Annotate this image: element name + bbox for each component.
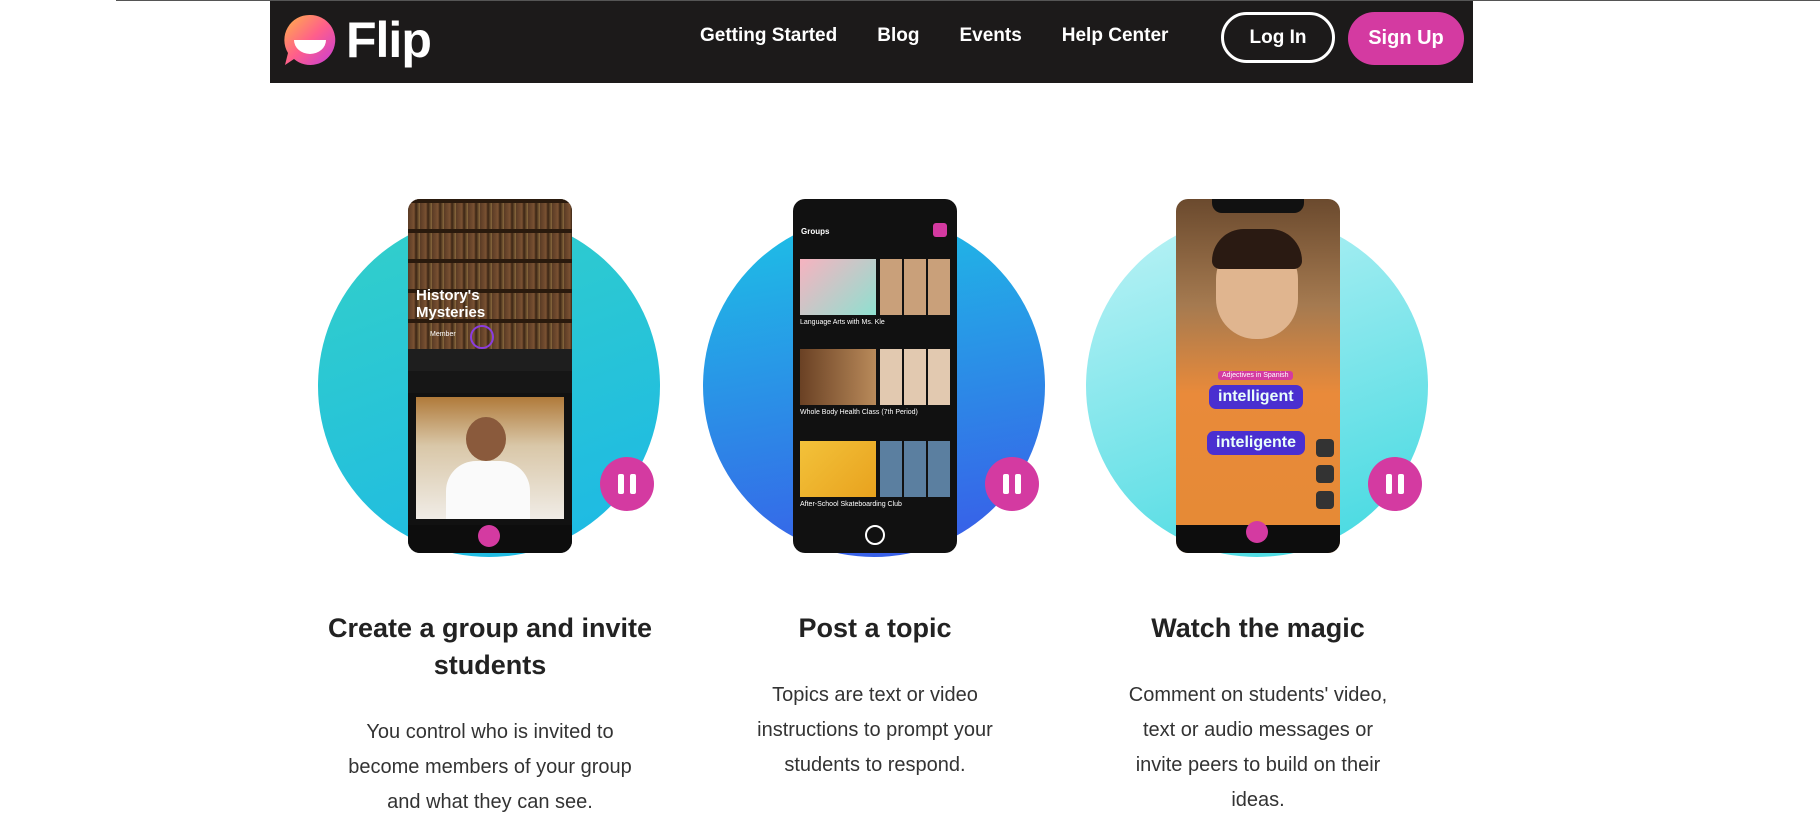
card-title: Post a topic (798, 613, 952, 643)
flip-logo-icon (282, 12, 338, 68)
pause-button[interactable] (985, 457, 1039, 511)
nav-help-center[interactable]: Help Center (1062, 25, 1169, 47)
pause-button[interactable] (1368, 457, 1422, 511)
flip-logo[interactable]: Flip (282, 11, 432, 69)
nav-getting-started[interactable]: Getting Started (700, 25, 837, 47)
add-icon[interactable] (933, 223, 947, 237)
group-name: Whole Body Health Class (7th Period) (800, 409, 918, 416)
card-description: Topics are text or video instructions to… (757, 684, 993, 776)
phone-mockup-groups: Groups Language Arts with Ms. Kle Whole … (793, 199, 957, 553)
card-description: Comment on students' video, text or audi… (1128, 684, 1388, 811)
card-title: Create a group and invite students (327, 613, 653, 680)
student-video-thumb (416, 397, 564, 519)
login-button[interactable]: Log In (1221, 12, 1335, 63)
add-icon[interactable] (478, 525, 500, 547)
nav-events[interactable]: Events (959, 25, 1021, 47)
signup-button[interactable]: Sign Up (1348, 12, 1464, 65)
more-icon[interactable] (1316, 491, 1334, 509)
group-thumb (800, 259, 876, 315)
group-name: Language Arts with Ms. Kle (800, 319, 885, 326)
comment-icon[interactable] (1316, 465, 1334, 483)
group-thumb (800, 441, 876, 497)
phone-mockup-video: Adjectives in Spanish intelligent inteli… (1176, 199, 1340, 553)
word-chip-english: intelligent (1209, 385, 1303, 409)
member-label: Member (430, 331, 456, 338)
pause-button[interactable] (600, 457, 654, 511)
add-icon[interactable] (1246, 521, 1268, 543)
phone-tabbar (408, 371, 572, 393)
word-chip-spanish: inteligente (1207, 431, 1306, 455)
card-description: You control who is invited to become mem… (348, 721, 632, 813)
groups-header: Groups (801, 227, 830, 236)
heart-icon[interactable] (1316, 439, 1334, 457)
nav-blog[interactable]: Blog (877, 25, 919, 47)
nav-links: Getting Started Blog Events Help Center (700, 25, 1168, 47)
group-name: After-School Skateboarding Club (800, 501, 902, 508)
record-icon[interactable] (865, 525, 885, 545)
card-title: Watch the magic (1151, 613, 1365, 643)
share-icon[interactable] (470, 325, 494, 349)
caption-label: Adjectives in Spanish (1218, 371, 1293, 380)
group-thumb (800, 349, 876, 405)
brand-name: Flip (346, 12, 432, 68)
top-navbar: Flip Getting Started Blog Events Help Ce… (270, 1, 1473, 83)
phone-mockup-group: History's Mysteries Member (408, 199, 572, 553)
group-name: History's Mysteries (416, 287, 486, 321)
